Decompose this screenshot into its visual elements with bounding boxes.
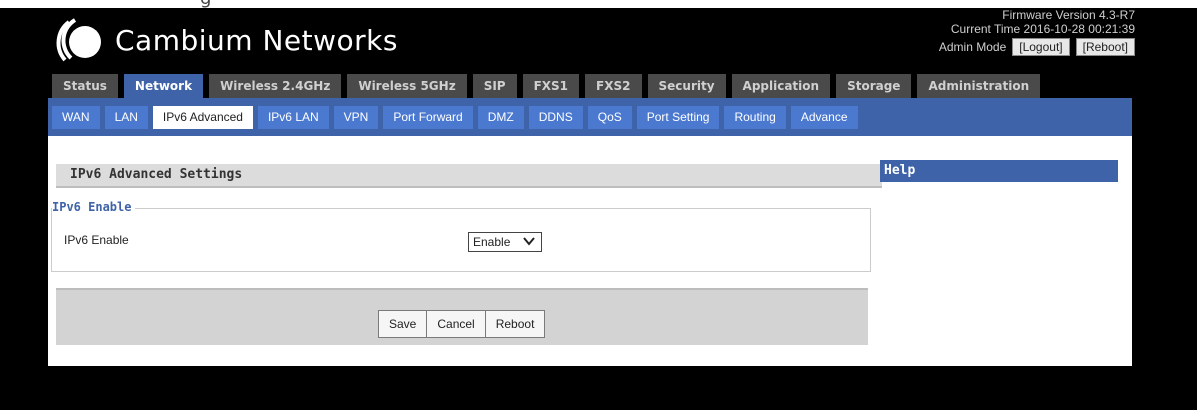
ipv6-enable-fieldset: IPv6 Enable IPv6 Enable Enable	[51, 200, 871, 272]
ipv6-enable-select[interactable]: Enable	[468, 232, 542, 252]
sub-tab-bar: WAN LAN IPv6 Advanced IPv6 LAN VPN Port …	[48, 98, 1132, 136]
subtab-port-setting[interactable]: Port Setting	[636, 106, 720, 129]
firmware-version: Firmware Version 4.3-R7	[1002, 8, 1135, 22]
chevron-down-icon	[523, 237, 535, 246]
subtab-ipv6-lan[interactable]: IPv6 LAN	[257, 106, 329, 129]
subtab-lan[interactable]: LAN	[104, 106, 148, 129]
top-strip: g	[0, 0, 1197, 8]
tab-administration[interactable]: Administration	[917, 74, 1041, 98]
tab-application[interactable]: Application	[731, 74, 831, 98]
tab-fxs1[interactable]: FXS1	[522, 74, 580, 98]
logout-button[interactable]: [Logout]	[1012, 38, 1070, 56]
fieldset-legend: IPv6 Enable	[52, 200, 136, 214]
reboot-button[interactable]: Reboot	[484, 310, 546, 338]
section-title: IPv6 Advanced Settings	[56, 164, 882, 188]
subtab-advance[interactable]: Advance	[790, 106, 858, 129]
tab-wireless-24ghz[interactable]: Wireless 2.4GHz	[209, 74, 342, 98]
brand-name: Cambium Networks	[115, 23, 398, 57]
admin-row: Admin Mode [Logout] [Reboot]	[939, 38, 1135, 56]
subtab-dmz[interactable]: DMZ	[477, 106, 524, 129]
current-time: Current Time 2016-10-28 00:21:39	[950, 22, 1135, 36]
tab-security[interactable]: Security	[647, 74, 726, 98]
reboot-header-button[interactable]: [Reboot]	[1075, 38, 1135, 56]
app-frame: Cambium Networks Firmware Version 4.3-R7…	[0, 8, 1197, 410]
tab-storage[interactable]: Storage	[836, 74, 912, 98]
subtab-ipv6-advanced[interactable]: IPv6 Advanced	[152, 106, 253, 129]
subtab-port-forward[interactable]: Port Forward	[383, 106, 473, 129]
tab-sip[interactable]: SIP	[472, 74, 517, 98]
subtab-vpn[interactable]: VPN	[333, 106, 379, 129]
save-button[interactable]: Save	[378, 310, 428, 338]
content-panel: IPv6 Advanced Settings IPv6 Enable IPv6 …	[48, 136, 1132, 366]
brand-logo: Cambium Networks	[55, 12, 398, 68]
cancel-button[interactable]: Cancel	[426, 310, 486, 338]
header-info: Firmware Version 4.3-R7 Current Time 201…	[939, 8, 1135, 56]
ipv6-enable-label: IPv6 Enable	[64, 233, 129, 247]
tab-wireless-5ghz[interactable]: Wireless 5GHz	[347, 74, 467, 98]
subtab-routing[interactable]: Routing	[724, 106, 786, 129]
subtab-wan[interactable]: WAN	[52, 106, 100, 129]
help-panel-title: Help	[880, 160, 1118, 182]
subtab-ddns[interactable]: DDNS	[528, 106, 583, 129]
tab-fxs2[interactable]: FXS2	[585, 74, 642, 98]
admin-mode-label: Admin Mode	[938, 40, 1007, 54]
action-bar: Save Cancel Reboot	[56, 288, 868, 345]
cambium-logo-icon	[55, 14, 107, 66]
tab-network[interactable]: Network	[123, 74, 204, 98]
tab-status[interactable]: Status	[52, 74, 118, 98]
main-tab-bar: Status Network Wireless 2.4GHz Wireless …	[52, 74, 1041, 98]
ipv6-enable-select-value: Enable	[473, 235, 511, 249]
subtab-qos[interactable]: QoS	[587, 106, 632, 129]
